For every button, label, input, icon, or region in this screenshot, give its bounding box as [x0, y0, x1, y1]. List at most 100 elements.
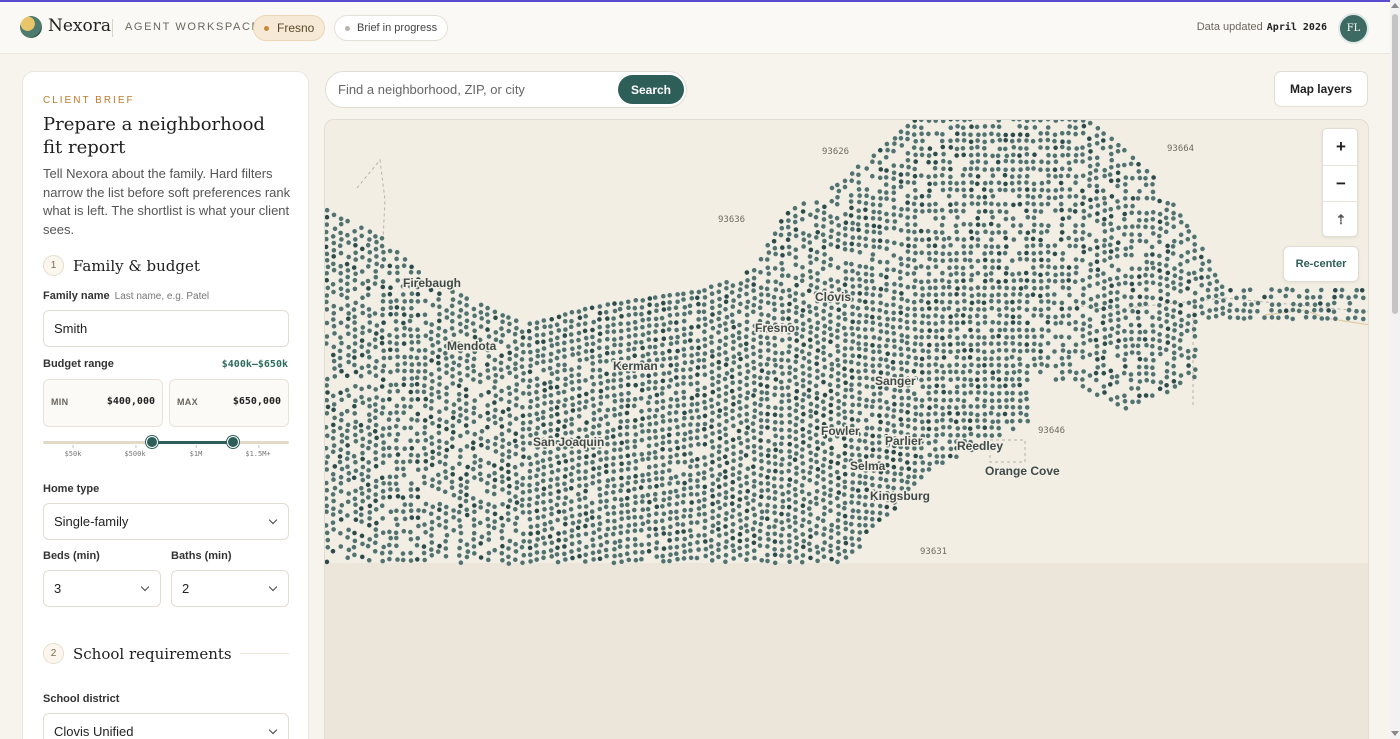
map-layers-button[interactable]: Map layers — [1274, 71, 1368, 107]
search-button[interactable]: Search — [618, 75, 684, 104]
parcel-dot — [513, 415, 519, 422]
parcel-dot — [603, 468, 610, 475]
parcel-dot — [408, 480, 415, 487]
parcel-dot — [786, 544, 793, 551]
home-type-select[interactable]: Single-family — [43, 503, 289, 540]
budget-min-field[interactable]: MIN $400,000 — [43, 379, 163, 427]
parcel-dot — [856, 395, 863, 402]
parcel-dot — [450, 527, 457, 534]
parcel-dot — [386, 452, 393, 459]
parcel-dot — [764, 242, 771, 249]
parcel-dot — [932, 159, 939, 166]
parcel-dot — [379, 558, 386, 564]
parcel-dot — [457, 328, 464, 335]
parcel-dot — [785, 272, 792, 279]
parcel-dot — [898, 351, 905, 358]
scroll-up-icon[interactable] — [1391, 3, 1399, 8]
city-pill[interactable]: Fresno — [253, 15, 326, 41]
parcel-dot — [835, 237, 841, 244]
parcel-dot — [975, 362, 982, 369]
parcel-dot — [778, 225, 785, 232]
parcel-dot — [743, 395, 750, 402]
parcel-dot — [828, 219, 835, 226]
parcel-dot — [386, 431, 393, 438]
parcel-dot — [729, 542, 736, 549]
parcel-dot — [1122, 336, 1129, 343]
parcel-dot — [562, 396, 569, 403]
parcel-dot — [1136, 301, 1143, 308]
parcel-dot — [547, 456, 553, 462]
parcel-dot — [926, 354, 932, 361]
parcel-dot — [736, 385, 743, 392]
budget-max-value[interactable]: $650,000 — [233, 396, 281, 407]
parcel-dot — [359, 540, 366, 547]
parcel-dot — [940, 306, 947, 313]
parcel-dot — [967, 368, 973, 375]
parcel-dot — [338, 516, 345, 523]
parcel-dot — [400, 291, 407, 298]
nexora-logo-icon[interactable] — [20, 16, 42, 38]
parcel-dot — [659, 439, 666, 446]
parcel-dot — [947, 319, 954, 326]
recenter-button[interactable]: Re-center — [1283, 246, 1359, 282]
parcel-dot — [793, 337, 800, 344]
budget-max-field[interactable]: MAX $650,000 — [169, 379, 289, 427]
beds-select[interactable]: 3 — [43, 570, 161, 607]
parcel-dot — [1031, 355, 1037, 362]
parcel-dot — [848, 535, 855, 542]
parcel-dot — [813, 382, 819, 389]
budget-min-value[interactable]: $400,000 — [107, 396, 155, 407]
parcel-dot — [729, 303, 736, 310]
brand-name[interactable]: Nexora — [48, 16, 111, 36]
scroll-down-icon[interactable] — [1391, 731, 1399, 736]
family-name-input[interactable]: Smith — [43, 310, 289, 347]
parcel-dot — [1164, 368, 1170, 375]
map-canvas[interactable]: Firebaugh Clovis Fresno Mendota Kerman Sanger… — [324, 119, 1369, 739]
parcel-dot — [764, 411, 771, 417]
user-avatar[interactable]: FL — [1340, 15, 1367, 42]
parcel-dot — [429, 448, 436, 455]
scrollbar-thumb[interactable] — [1392, 14, 1398, 314]
parcel-dot — [687, 463, 694, 470]
map-search-bar[interactable]: Find a neighborhood, ZIP, or city Search — [325, 71, 687, 108]
parcel-dot — [351, 410, 358, 417]
parcel-dot — [1185, 320, 1191, 327]
parcel-dot — [1107, 206, 1114, 213]
parcel-dot — [569, 555, 576, 561]
parcel-dot — [506, 440, 512, 447]
parcel-dot — [624, 543, 631, 550]
parcel-dot — [512, 451, 519, 457]
parcel-dot — [659, 446, 666, 453]
parcel-dot — [568, 331, 575, 338]
map-search-input[interactable]: Find a neighborhood, ZIP, or city — [338, 82, 525, 97]
parcel-dot — [575, 462, 582, 468]
budget-min-handle[interactable] — [146, 436, 159, 448]
parcel-dot — [953, 264, 960, 271]
parcel-dot — [325, 277, 330, 284]
budget-max-handle[interactable] — [226, 436, 239, 448]
parcel-dot — [428, 546, 435, 553]
parcel-dot — [723, 356, 730, 363]
parcel-dot — [939, 270, 946, 276]
school-district-select[interactable]: Clovis Unified — [43, 713, 289, 739]
zoom-out-button[interactable]: − — [1323, 166, 1359, 202]
parcel-dot — [673, 438, 680, 445]
parcel-dot — [1058, 333, 1065, 340]
parcel-dot — [485, 501, 492, 508]
parcel-dot — [926, 440, 932, 446]
parcel-dot — [918, 130, 925, 137]
data-updated: Data updated April 2026 — [1197, 21, 1327, 33]
zoom-in-button[interactable]: + — [1323, 129, 1359, 165]
budget-slider-track[interactable] — [43, 436, 289, 448]
parcel-dot — [955, 348, 961, 355]
parcel-dot — [953, 250, 960, 257]
baths-select[interactable]: 2 — [171, 570, 289, 607]
reset-north-icon[interactable]: ⇡ — [1323, 202, 1359, 238]
parcel-dot — [870, 243, 877, 250]
parcel-dot — [632, 465, 639, 472]
parcel-dot — [849, 352, 856, 359]
parcel-dot — [820, 265, 826, 272]
parcel-dot — [1044, 144, 1051, 151]
parcel-dot — [715, 288, 722, 295]
page-scrollbar[interactable] — [1390, 0, 1400, 739]
